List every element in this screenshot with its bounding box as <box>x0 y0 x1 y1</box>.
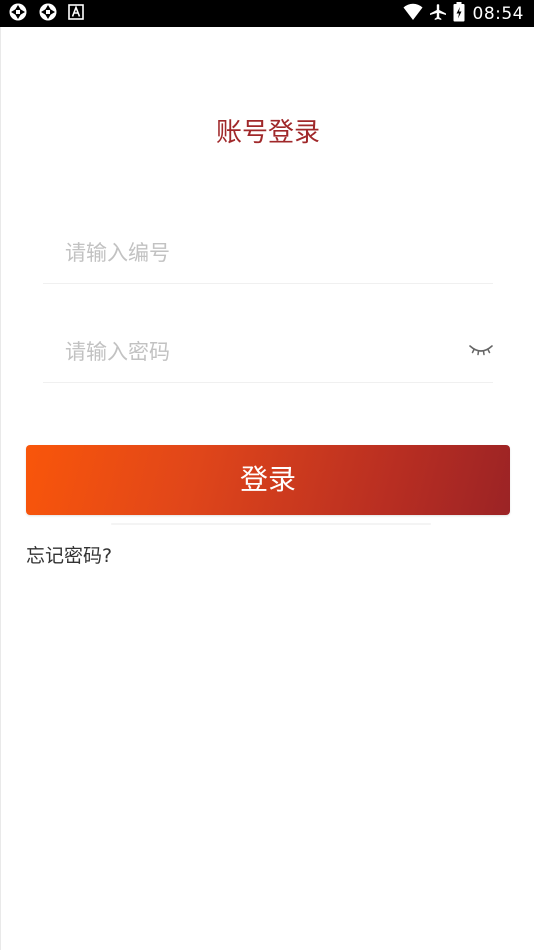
password-input[interactable] <box>65 334 445 370</box>
airplane-icon <box>429 3 447 25</box>
login-screen: 账号登录 登录 忘记密码? <box>0 27 534 950</box>
login-button[interactable]: 登录 <box>26 445 510 515</box>
button-shadow <box>111 523 431 525</box>
app-logo-icon <box>38 2 58 26</box>
page-title: 账号登录 <box>215 118 320 148</box>
notification-icons <box>8 3 84 24</box>
eye-closed-icon[interactable] <box>469 341 493 361</box>
password-field <box>43 322 493 383</box>
status-time: 08:54 <box>472 3 524 24</box>
app-logo-icon <box>8 2 28 26</box>
font-app-icon <box>68 3 84 24</box>
forgot-password-link[interactable]: 忘记密码? <box>26 541 112 571</box>
account-input[interactable] <box>65 235 445 271</box>
account-field <box>43 223 493 284</box>
status-bar: 08:54 <box>0 0 534 27</box>
wifi-icon <box>403 3 423 25</box>
system-status: 08:54 <box>403 1 525 26</box>
battery-icon <box>453 1 465 26</box>
